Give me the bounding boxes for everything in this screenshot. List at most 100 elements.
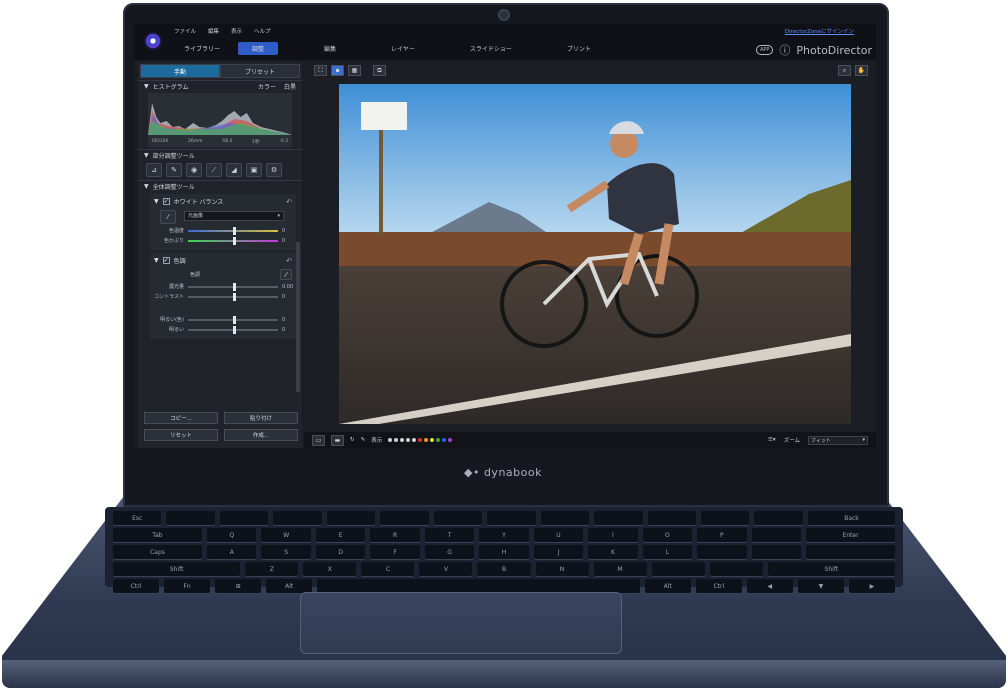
slider-label: 明るい xyxy=(168,327,184,333)
auto-tone-icon[interactable]: ⁄ xyxy=(280,269,292,280)
grid-view-icon[interactable]: ▦ xyxy=(348,65,361,76)
histogram-color-option[interactable]: カラー xyxy=(258,82,276,91)
mode-adjust[interactable]: 調整 xyxy=(238,42,279,55)
tab-manual[interactable]: 手動 xyxy=(140,64,220,78)
zoom-label: ズーム xyxy=(783,438,800,444)
red-eye-icon[interactable]: ◉ xyxy=(186,163,202,177)
tone-checkbox[interactable]: ✓ xyxy=(162,257,170,264)
collapse-icon[interactable]: ▼ xyxy=(144,183,149,190)
color-label-dot[interactable] xyxy=(424,438,429,442)
color-label-dot[interactable] xyxy=(436,438,441,442)
white-balance-title: ホワイト バランス xyxy=(173,199,224,206)
collapse-icon[interactable]: ▼ xyxy=(144,83,149,90)
tab-slideshow[interactable]: スライドショー xyxy=(470,44,512,53)
photo-viewer: ⛶ ▪ ▦ ⧉ ⌕ ✋ ▭ ▬ ↻ ✎ 表示 ☰▾ ズーム フィット ▾ xyxy=(304,62,876,448)
chevron-down-icon: ▾ xyxy=(277,212,280,219)
tab-edit[interactable]: 編集 xyxy=(324,44,336,53)
menu-view[interactable]: 表示 xyxy=(231,27,242,35)
radial-filter-icon[interactable]: ▣ xyxy=(246,163,262,177)
crop-icon[interactable]: ⊿ xyxy=(146,163,162,177)
single-frame-icon[interactable]: ▬ xyxy=(331,434,344,446)
color-label-dot[interactable] xyxy=(412,438,417,442)
region-tools-title: 部分調整ツール xyxy=(152,152,195,160)
exif-iso: ISO100 xyxy=(152,139,169,144)
filmstrip-bar: ▭ ▬ ↻ ✎ 表示 ☰▾ ズーム フィット ▾ xyxy=(304,432,876,448)
brush-icon[interactable]: ⟋ xyxy=(206,163,222,177)
reset-button[interactable]: リセット xyxy=(144,429,218,441)
work-tabs: 編集 レイヤー スライドショー プリント xyxy=(324,44,591,53)
color-label-dot[interactable] xyxy=(400,438,405,442)
white-balance-group: ▼ ✓ ホワイト バランス ↶ ⁄ 元画像 ▾ 色温度 0 色かぶり 0 xyxy=(150,194,296,250)
zoom-icon[interactable]: ⌕ xyxy=(838,65,851,76)
viewer-toolbar: ⛶ ▪ ▦ ⧉ xyxy=(314,65,386,76)
expand-icon[interactable]: ▼ xyxy=(154,198,159,205)
color-label-dot[interactable] xyxy=(388,438,393,442)
app-logo-icon[interactable] xyxy=(144,32,162,50)
single-view-icon[interactable]: ▪ xyxy=(331,65,344,76)
slider-contrast[interactable]: コントラスト 0 xyxy=(154,292,292,301)
spot-removal-icon[interactable]: ✎ xyxy=(166,163,182,177)
color-label-dot[interactable] xyxy=(394,438,399,442)
chevron-down-icon: ▾ xyxy=(862,437,865,443)
eyedropper-icon[interactable]: ⁄ xyxy=(160,210,176,224)
menu-help[interactable]: ヘルプ xyxy=(254,27,271,35)
white-balance-checkbox[interactable]: ✓ xyxy=(162,198,170,205)
main-photo[interactable] xyxy=(339,84,851,424)
paste-button[interactable]: 貼り付け xyxy=(224,412,298,424)
mode-library[interactable]: ライブラリー xyxy=(170,42,234,55)
hand-icon[interactable]: ✋ xyxy=(855,65,868,76)
keyboard[interactable]: Esc Back Tab Q W E R T Y U I O P Enter Caps A S D F G H J K L… xyxy=(105,507,903,593)
color-label-dot[interactable] xyxy=(418,438,423,442)
slider-highlights[interactable]: 明るい(色) 0 xyxy=(154,315,292,324)
view-label: 表示 xyxy=(371,438,383,444)
product-brand: APP ⓘ PhotoDirector xyxy=(755,42,872,58)
app-badge[interactable]: APP xyxy=(755,45,774,55)
pen-icon[interactable]: ✎ xyxy=(361,437,366,443)
laptop-base-front xyxy=(2,660,1006,688)
slider-temperature[interactable]: 色温度 0 xyxy=(154,226,292,235)
tab-print[interactable]: プリント xyxy=(567,44,591,53)
fullscreen-icon[interactable]: ⛶ xyxy=(314,65,327,76)
reset-icon[interactable]: ↶ xyxy=(286,198,292,206)
panel-scrollbar[interactable] xyxy=(296,242,300,392)
settings-icon[interactable]: ⚙ xyxy=(266,163,282,177)
menu-file[interactable]: ファイル xyxy=(174,27,196,35)
filmstrip-toggle-icon[interactable]: ▭ xyxy=(312,434,325,446)
compare-icon[interactable]: ⧉ xyxy=(373,65,386,76)
exif-info: ISO100 26mm f/8.0 1秒 -0.3 xyxy=(148,139,292,145)
global-tools-header[interactable]: ▼ 全体調整ツール xyxy=(138,180,302,191)
histogram-header[interactable]: ▼ ヒストグラム カラー 白黒 xyxy=(138,80,302,91)
slider-brightness[interactable]: 明るい 0 xyxy=(154,325,292,334)
color-label-dot[interactable] xyxy=(448,438,453,442)
create-button[interactable]: 作成... xyxy=(224,429,298,441)
white-balance-select[interactable]: 元画像 ▾ xyxy=(184,210,284,221)
slider-label: 色温度 xyxy=(168,228,184,234)
tab-presets[interactable]: プリセット xyxy=(220,64,300,78)
gradient-icon[interactable]: ◢ xyxy=(226,163,242,177)
region-tools-header[interactable]: ▼ 部分調整ツール xyxy=(138,149,302,160)
collapse-icon[interactable]: ▼ xyxy=(144,152,149,159)
color-label-dot[interactable] xyxy=(442,438,447,442)
color-label-dot[interactable] xyxy=(406,438,411,442)
color-label-dot[interactable] xyxy=(430,438,435,442)
expand-icon[interactable]: ▼ xyxy=(154,257,159,264)
copy-button[interactable]: コピー... xyxy=(144,412,218,424)
slider-value: 0 xyxy=(282,293,286,300)
signin-link[interactable]: DirectorZoneにサインイン xyxy=(785,27,854,35)
histogram: ISO100 26mm f/8.0 1秒 -0.3 xyxy=(148,93,292,147)
slider-exposure[interactable]: 露光量 0.00 xyxy=(154,282,293,291)
tab-layers[interactable]: レイヤー xyxy=(391,44,415,53)
histogram-bw-option[interactable]: 白黒 xyxy=(284,82,296,91)
rotate-icon[interactable]: ↻ xyxy=(350,437,355,443)
touchpad[interactable] xyxy=(300,592,622,654)
exif-focal: 26mm xyxy=(188,139,203,144)
reset-icon[interactable]: ↶ xyxy=(286,257,292,265)
info-icon[interactable]: ⓘ xyxy=(779,42,790,58)
view-mode-icon[interactable]: ☰▾ xyxy=(768,437,776,443)
slider-value: 0 xyxy=(282,237,286,244)
slider-label: 色かぶり xyxy=(163,238,184,244)
zoom-select[interactable]: フィット ▾ xyxy=(808,435,868,445)
screen: ファイル 編集 表示 ヘルプ DirectorZoneにサインイン ライブラリー… xyxy=(134,24,876,448)
menu-edit[interactable]: 編集 xyxy=(208,27,219,35)
slider-tint[interactable]: 色かぶり 0 xyxy=(154,236,292,245)
